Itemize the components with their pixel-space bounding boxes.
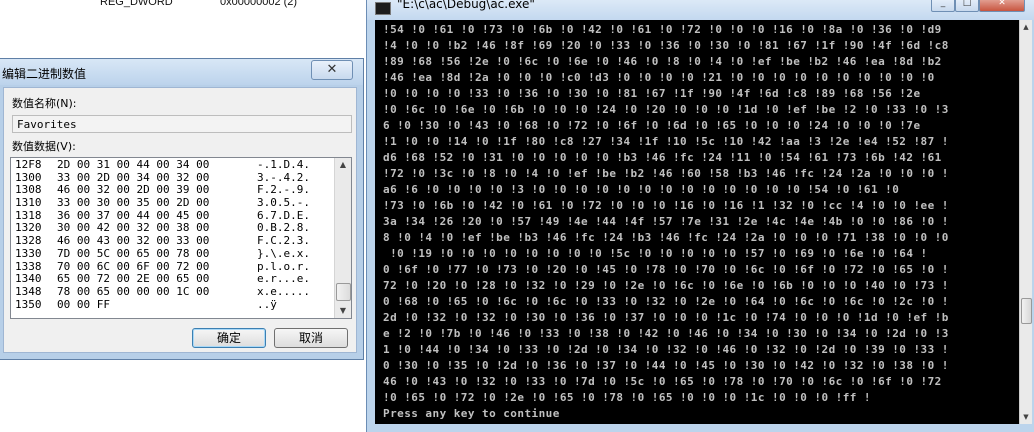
dialog-body: 数值名称(N): Favorites 数值数据(V): 12F8 2D 00 31… <box>3 87 357 353</box>
console-line: e !2 !0 !7b !0 !46 !0 !33 !0 !38 !0 !42 … <box>383 327 949 340</box>
hex-ascii: 3.0.5.-. <box>257 196 310 210</box>
maximize-icon: □ <box>962 0 972 8</box>
console-line: 46 !0 !43 !0 !32 !0 !33 !0 !7d !0 !5c !0… <box>383 375 942 388</box>
console-title-bar[interactable]: "E:\c\ac\Debug\ac.exe" _ □ ✕ <box>367 0 1034 20</box>
console-title: "E:\c\ac\Debug\ac.exe" <box>397 0 535 11</box>
hex-editor[interactable]: 12F8 2D 00 31 00 44 00 34 00 -.1.D.4. 1300 3… <box>10 157 352 319</box>
hex-ascii: e.r...e. <box>257 272 310 286</box>
value-name-label: 数值名称(N): <box>12 97 77 110</box>
dialog-title-bar[interactable]: 编辑二进制数值 ✕ <box>0 59 363 85</box>
console-output[interactable]: !54 !0 !61 !0 !73 !0 !6b !0 !42 !0 !61 !… <box>375 20 1019 424</box>
console-line: 6 !0 !30 !0 !43 !0 !68 !0 !72 !0 !6f !0 … <box>383 119 921 132</box>
console-line: 8 !0 !4 !0 !ef !be !b3 !46 !fc !24 !b3 !… <box>383 231 949 244</box>
console-line: !73 !0 !6b !0 !42 !0 !61 !0 !72 !0 !0 !0… <box>383 199 949 212</box>
hex-row[interactable]: 1328 46 00 43 00 32 00 33 00 F.C.2.3. <box>15 234 327 248</box>
hex-row[interactable]: 12F8 2D 00 31 00 44 00 34 00 -.1.D.4. <box>15 158 327 172</box>
console-line: !1 !0 !0 !14 !0 !1f !80 !c8 !27 !34 !1f … <box>383 135 949 148</box>
hex-row[interactable]: 1310 33 00 30 00 35 00 2D 00 3.0.5.-. <box>15 196 327 210</box>
maximize-button[interactable]: □ <box>955 0 979 12</box>
console-line: 2d !0 !32 !0 !32 !0 !30 !0 !36 !0 !37 !0… <box>383 311 949 324</box>
hex-row[interactable]: 1340 65 00 72 00 2E 00 65 00 e.r...e. <box>15 272 327 286</box>
console-line: a6 !6 !0 !0 !0 !0 !3 !0 !0 !0 !0 !0 !0 !… <box>383 183 900 196</box>
hex-ascii: x.e..... <box>257 284 310 298</box>
console-line: 0 !6f !0 !77 !0 !73 !0 !20 !0 !45 !0 !78… <box>383 263 949 276</box>
console-scroll-thumb[interactable] <box>1021 298 1032 324</box>
value-data-label: 数值数据(V): <box>12 140 76 153</box>
hex-bytes: 78 00 65 00 00 00 1C 00 <box>57 284 210 298</box>
hex-offset: 1330 <box>15 246 42 260</box>
hex-scrollbar[interactable]: ▲ ▼ <box>334 158 351 318</box>
hex-offset: 12F8 <box>15 158 42 171</box>
hex-bytes: 2D 00 31 00 44 00 34 00 <box>57 158 210 171</box>
edit-binary-value-dialog: 编辑二进制数值 ✕ 数值名称(N): Favorites 数值数据(V): 12… <box>0 58 364 360</box>
console-line: 0 !68 !0 !65 !0 !6c !0 !6c !0 !33 !0 !32… <box>383 295 949 308</box>
hex-bytes: 7D 00 5C 00 65 00 78 00 <box>57 246 210 260</box>
console-line: !0 !6c !0 !6e !0 !6b !0 !0 !0 !24 !0 !20… <box>383 103 949 116</box>
console-line: !0 !65 !0 !72 !0 !2e !0 !65 !0 !78 !0 !6… <box>383 391 872 404</box>
console-lines: !54 !0 !61 !0 !73 !0 !6b !0 !42 !0 !61 !… <box>383 23 949 423</box>
console-app-icon <box>375 2 391 15</box>
console-line: !4 !0 !0 !b2 !46 !8f !69 !20 !0 !33 !0 !… <box>383 39 949 52</box>
hex-ascii: }.\.e.x. <box>257 246 310 260</box>
console-prompt: Press any key to continue <box>383 407 560 420</box>
hex-offset: 1310 <box>15 196 42 210</box>
reg-value-text: 0x00000002 (2) <box>220 0 298 8</box>
console-line: d6 !68 !52 !0 !31 !0 !0 !0 !0 !0 !b3 !46… <box>383 151 942 164</box>
console-line: !0 !0 !0 !0 !33 !0 !36 !0 !30 !0 !81 !67… <box>383 87 921 100</box>
console-line: !89 !68 !56 !2e !0 !6c !0 !6e !0 !46 !0 … <box>383 55 942 68</box>
hex-bytes: 00 00 FF <box>57 297 110 311</box>
console-line: !72 !0 !3c !0 !8 !0 !4 !0 !ef !be !b2 !4… <box>383 167 949 180</box>
hex-row[interactable]: 1348 78 00 65 00 00 00 1C 00 x.e..... <box>15 284 327 299</box>
dialog-title: 编辑二进制数值 <box>2 67 87 81</box>
console-line: !54 !0 !61 !0 !73 !0 !6b !0 !42 !0 !61 !… <box>383 23 942 36</box>
minimize-icon: _ <box>940 0 946 8</box>
dialog-close-button[interactable]: ✕ <box>311 60 353 80</box>
hex-ascii: ..ÿ <box>257 297 277 311</box>
hex-bytes: 46 00 43 00 32 00 33 00 <box>57 234 210 248</box>
hex-offset: 1340 <box>15 272 42 286</box>
hex-bytes: 33 00 30 00 35 00 2D 00 <box>57 196 210 210</box>
console-line: 72 !0 !20 !0 !28 !0 !32 !0 !29 !0 !2e !0… <box>383 279 949 292</box>
console-line: 3a !34 !26 !20 !0 !57 !49 !4e !44 !4f !5… <box>383 215 949 228</box>
console-line: 1 !0 !44 !0 !34 !0 !33 !0 !2d !0 !34 !0 … <box>383 343 949 356</box>
ok-button[interactable]: 确定 <box>192 328 266 348</box>
hex-offset: 1348 <box>15 284 42 298</box>
console-close-button[interactable]: ✕ <box>979 0 1025 12</box>
minimize-button[interactable]: _ <box>931 0 955 12</box>
hex-ascii: F.C.2.3. <box>257 234 310 248</box>
console-window: "E:\c\ac\Debug\ac.exe" _ □ ✕ !54 !0 !61 … <box>366 0 1034 432</box>
console-line: !46 !ea !8d !2a !0 !0 !0 !c0 !d3 !0 !0 !… <box>383 71 935 84</box>
reg-type-text: REG_DWORD <box>100 0 173 8</box>
hex-ascii: -.1.D.4. <box>257 158 310 171</box>
value-name-field[interactable]: Favorites <box>12 115 352 133</box>
scroll-up-arrow-icon[interactable]: ▲ <box>1020 20 1032 34</box>
scroll-down-arrow-icon[interactable]: ▼ <box>335 304 351 318</box>
hex-offset: 1350 <box>15 297 42 311</box>
scroll-down-arrow-icon[interactable]: ▼ <box>1020 410 1032 424</box>
console-scrollbar[interactable]: ▲ ▼ <box>1019 20 1032 424</box>
cancel-button[interactable]: 取消 <box>274 328 348 348</box>
hex-rows: 12F8 2D 00 31 00 44 00 34 00 -.1.D.4. 1300 3… <box>15 158 327 312</box>
close-icon: ✕ <box>326 62 338 77</box>
hex-bytes: 65 00 72 00 2E 00 65 00 <box>57 272 210 286</box>
scroll-up-arrow-icon[interactable]: ▲ <box>335 158 351 172</box>
hex-row[interactable]: 1330 7D 00 5C 00 65 00 78 00 }.\.e.x. <box>15 246 327 261</box>
hex-row[interactable]: 1350 00 00 FF ..ÿ <box>15 297 327 312</box>
registry-list-strip: REG_DWORD 0x00000002 (2) <box>0 0 366 14</box>
hex-offset: 1328 <box>15 234 42 248</box>
console-line: 0 !30 !0 !35 !0 !2d !0 !36 !0 !37 !0 !44… <box>383 359 949 372</box>
scroll-thumb[interactable] <box>336 283 351 301</box>
close-icon: ✕ <box>998 0 1006 8</box>
console-line: !0 !19 !0 !0 !0 !0 !0 !0 !0 !0 !5c !0 !0… <box>383 247 928 260</box>
